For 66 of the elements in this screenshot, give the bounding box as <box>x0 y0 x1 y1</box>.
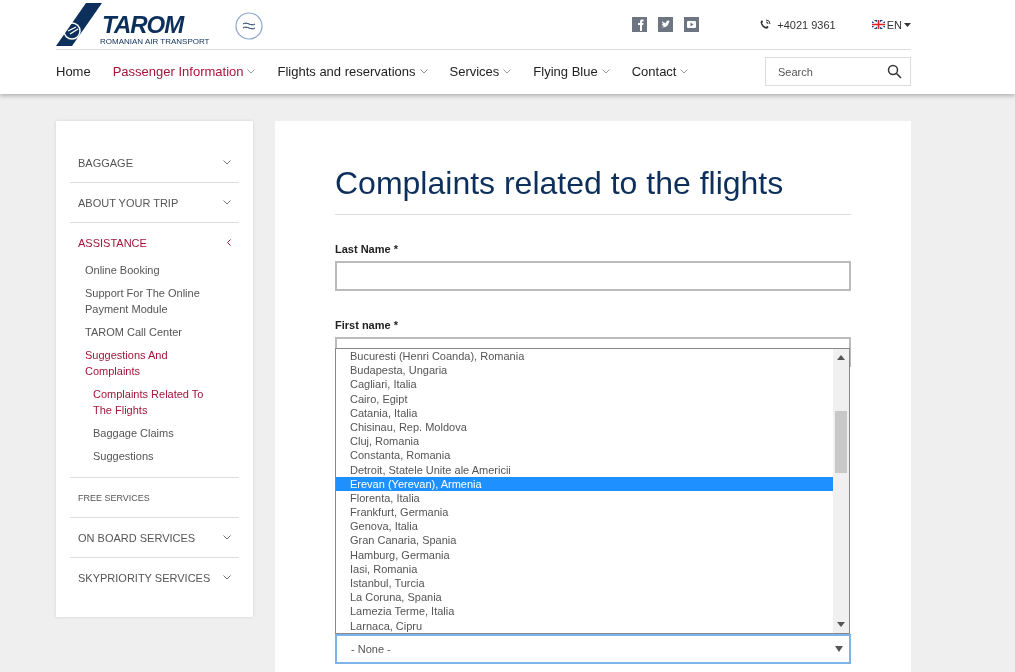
chevron-down-icon <box>223 200 231 205</box>
chevron-down-icon <box>223 160 231 165</box>
logo-wordmark: TAROM <box>102 10 184 39</box>
chevron-down-icon <box>223 535 231 540</box>
logo-tagline: ROMANIAN AIR TRANSPORT <box>100 36 210 46</box>
dropdown-option[interactable]: Cluj, Romania <box>336 434 833 449</box>
facebook-icon[interactable] <box>632 17 648 32</box>
dropdown-option[interactable]: Cairo, Egipt <box>336 391 833 406</box>
sidebar-link[interactable]: Support For The Online Payment Module <box>70 285 200 317</box>
sidebar-section[interactable]: ASSISTANCE <box>70 223 239 262</box>
dropdown-option[interactable]: Iasi, Romania <box>336 561 833 576</box>
dropdown-option[interactable]: Hamburg, Germania <box>336 547 833 562</box>
sidebar-link[interactable]: Online Booking <box>70 262 200 278</box>
nav-link[interactable]: Contact <box>631 64 689 79</box>
nav-link[interactable]: Flying Blue <box>533 64 610 79</box>
twitter-icon[interactable] <box>658 17 674 32</box>
dropdown-option[interactable]: Istanbul, Turcia <box>336 576 833 591</box>
dropdown-option[interactable]: La Coruna, Spania <box>336 590 833 605</box>
language-selector[interactable]: EN <box>871 18 911 31</box>
dropdown-option[interactable]: Lamezia Terme, Italia <box>336 604 833 619</box>
search-icon[interactable] <box>887 64 902 79</box>
phone-icon <box>759 18 772 31</box>
input-field[interactable] <box>335 261 851 291</box>
page-title: Complaints related to the flights <box>335 165 851 215</box>
scrollbar[interactable] <box>833 349 849 633</box>
dropdown-list[interactable] <box>335 348 850 634</box>
sidebar-link[interactable]: Complaints Related To The Flights <box>70 386 208 418</box>
chevron-left-icon <box>227 239 231 246</box>
caret-icon <box>904 22 911 27</box>
dropdown-option[interactable]: Genova, Italia <box>336 519 833 534</box>
dropdown-option[interactable]: Constanta, Romania <box>336 448 833 463</box>
caret-icon <box>835 646 843 652</box>
dropdown-option[interactable]: Bucuresti (Henri Coanda), Romania <box>336 349 833 364</box>
sidebar-link[interactable]: Baggage Claims <box>70 425 208 441</box>
nav-link[interactable]: Flights and reservations <box>277 64 428 79</box>
scroll-thumb[interactable] <box>835 411 847 473</box>
search-bar[interactable]: Search <box>765 57 911 86</box>
nav-link[interactable]: Passenger Information <box>112 64 256 79</box>
dropdown-option[interactable]: Florenta, Italia <box>336 490 833 506</box>
sidebar-section[interactable]: FREE SERVICES <box>70 478 239 517</box>
sidebar-section[interactable]: ON BOARD SERVICES <box>70 518 239 557</box>
dropdown-option[interactable]: Chisinau, Rep. Moldova <box>336 419 833 435</box>
video-icon[interactable] <box>684 17 700 32</box>
nav-link[interactable]: Home <box>56 64 91 79</box>
sidebar-section[interactable]: BAGGAGE <box>70 143 239 182</box>
field-label: First name * <box>335 319 399 331</box>
select-field[interactable]: - None - <box>335 634 851 664</box>
dropdown-option[interactable]: Gran Canaria, Spania <box>336 533 833 548</box>
scroll-down-icon[interactable] <box>837 622 845 627</box>
dropdown-option[interactable]: Budapesta, Ungaria <box>336 363 833 378</box>
dropdown-option[interactable]: Catania, Italia <box>336 405 833 420</box>
dropdown-option[interactable]: Frankfurt, Germania <box>336 505 833 520</box>
nav-link[interactable]: Services <box>449 64 512 79</box>
flag-icon <box>871 20 885 29</box>
dropdown-option[interactable]: Larnaca, Cipru <box>336 618 833 633</box>
sidebar-section[interactable]: ABOUT YOUR TRIP <box>70 183 239 222</box>
chevron-down-icon <box>223 575 231 580</box>
sidebar-link[interactable]: Suggestions <box>70 448 208 464</box>
sidebar-link[interactable]: Suggestions And Complaints <box>70 347 200 379</box>
field-label: Last Name * <box>335 243 399 255</box>
phone-number: +4021 9361 <box>777 18 836 31</box>
scroll-up-icon[interactable] <box>837 355 845 360</box>
sidebar-link[interactable]: TAROM Call Center <box>70 324 200 340</box>
dropdown-option[interactable]: Detroit, Statele Unite ale Americii <box>336 462 833 477</box>
sidebar-section[interactable]: SKYPRIORITY SERVICES <box>70 558 239 597</box>
dropdown-option[interactable]: Cagliari, Italia <box>336 377 833 392</box>
